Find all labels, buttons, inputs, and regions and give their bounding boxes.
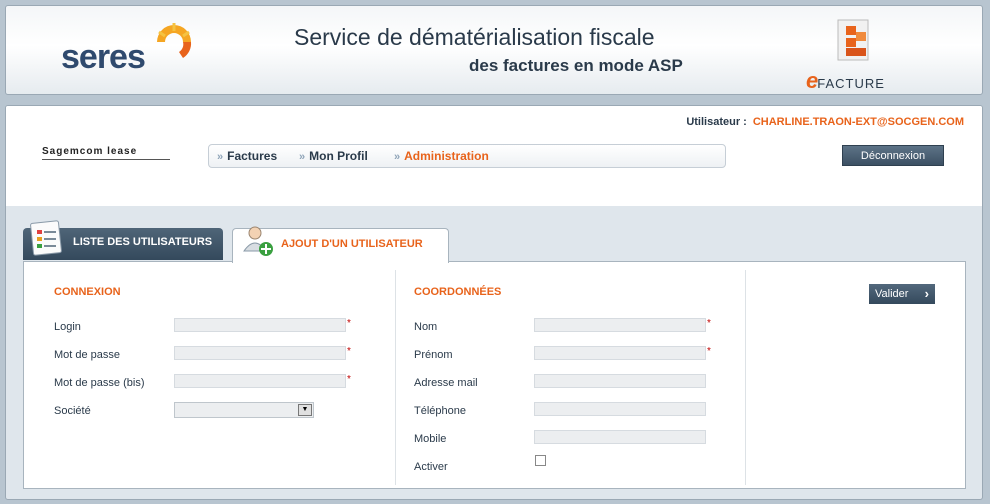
email-input[interactable] bbox=[534, 374, 706, 388]
chevron-right-icon: » bbox=[394, 151, 401, 163]
password-confirm-label: Mot de passe (bis) bbox=[54, 377, 145, 389]
tab-user-list[interactable]: LISTE DES UTILISATEURS bbox=[23, 220, 223, 260]
societe-select[interactable]: ▼ bbox=[174, 402, 314, 418]
main-panel: Utilisateur : CHARLINE.TRAON-EXT@SOCGEN.C… bbox=[5, 105, 983, 500]
breadcrumb-label: Factures bbox=[227, 149, 278, 163]
efacture-cube-icon bbox=[837, 19, 869, 61]
header-subtitle: des factures en mode ASP bbox=[469, 56, 683, 75]
logout-button[interactable]: Déconnexion bbox=[842, 145, 944, 166]
valider-button[interactable]: Valider › bbox=[869, 284, 935, 304]
telephone-label: Téléphone bbox=[414, 405, 466, 417]
prenom-input[interactable] bbox=[534, 346, 706, 360]
valider-label: Valider bbox=[875, 288, 909, 300]
chevron-down-icon: ▼ bbox=[298, 404, 312, 416]
tab-label: AJOUT D'UN UTILISATEUR bbox=[281, 238, 423, 250]
login-input[interactable] bbox=[174, 318, 346, 332]
nom-label: Nom bbox=[414, 321, 438, 333]
prenom-label: Prénom bbox=[414, 349, 453, 361]
required-mark: * bbox=[707, 346, 711, 357]
breadcrumb-mon-profil[interactable]: » Mon Profil bbox=[299, 149, 368, 163]
chevron-right-icon: › bbox=[924, 286, 929, 301]
required-mark: * bbox=[347, 374, 351, 385]
user-email: CHARLINE.TRAON-EXT@SOCGEN.COM bbox=[752, 116, 964, 128]
activer-checkbox[interactable] bbox=[535, 455, 546, 466]
password-label: Mot de passe bbox=[54, 349, 121, 361]
user-list-icon bbox=[30, 220, 62, 256]
seres-sun-icon bbox=[157, 23, 192, 58]
telephone-input[interactable] bbox=[534, 402, 706, 416]
column-divider bbox=[395, 270, 396, 485]
required-mark: * bbox=[347, 346, 351, 357]
activer-label: Activer bbox=[414, 461, 448, 473]
user-label: Utilisateur : bbox=[686, 116, 747, 128]
column-divider bbox=[745, 270, 746, 485]
seres-logo: seres bbox=[61, 23, 192, 78]
chevron-right-icon: » bbox=[217, 151, 224, 163]
mobile-input[interactable] bbox=[534, 430, 706, 444]
efacture-word: FACTURE bbox=[817, 76, 885, 91]
efacture-logo: eFACTURE bbox=[806, 16, 896, 94]
header-banner: seres Service de dématérialisation fisca… bbox=[5, 5, 983, 95]
breadcrumb-administration[interactable]: » Administration bbox=[394, 149, 489, 163]
password-confirm-input[interactable] bbox=[174, 374, 346, 388]
add-user-icon bbox=[243, 226, 273, 256]
add-user-form: CONNEXION Login * Mot de passe * Mot de … bbox=[23, 261, 966, 489]
company-logo: Sagemcom lease bbox=[42, 146, 170, 160]
breadcrumb-factures[interactable]: » Factures bbox=[217, 149, 277, 163]
password-input[interactable] bbox=[174, 346, 346, 360]
mobile-label: Mobile bbox=[414, 433, 447, 445]
chevron-right-icon: » bbox=[299, 151, 306, 163]
section-coordonnees-title: COORDONNÉES bbox=[414, 286, 502, 298]
tab-add-user[interactable]: AJOUT D'UN UTILISATEUR bbox=[232, 226, 449, 263]
section-connexion-title: CONNEXION bbox=[54, 286, 121, 298]
login-label: Login bbox=[54, 321, 81, 333]
breadcrumb-label: Administration bbox=[404, 149, 489, 163]
nom-input[interactable] bbox=[534, 318, 706, 332]
required-mark: * bbox=[347, 318, 351, 329]
breadcrumb-label: Mon Profil bbox=[309, 149, 368, 163]
efacture-wordmark: eFACTURE bbox=[806, 68, 885, 94]
required-mark: * bbox=[707, 318, 711, 329]
user-info: Utilisateur : CHARLINE.TRAON-EXT@SOCGEN.C… bbox=[686, 116, 964, 128]
top-area: Utilisateur : CHARLINE.TRAON-EXT@SOCGEN.C… bbox=[6, 106, 982, 206]
seres-logo-text: seres bbox=[61, 38, 146, 76]
email-label: Adresse mail bbox=[414, 377, 478, 389]
header-title: Service de dématérialisation fiscale bbox=[294, 24, 655, 50]
societe-label: Société bbox=[54, 405, 91, 417]
tab-label: LISTE DES UTILISATEURS bbox=[73, 236, 213, 248]
breadcrumb: » Factures » Mon Profil » Administration bbox=[208, 144, 726, 168]
